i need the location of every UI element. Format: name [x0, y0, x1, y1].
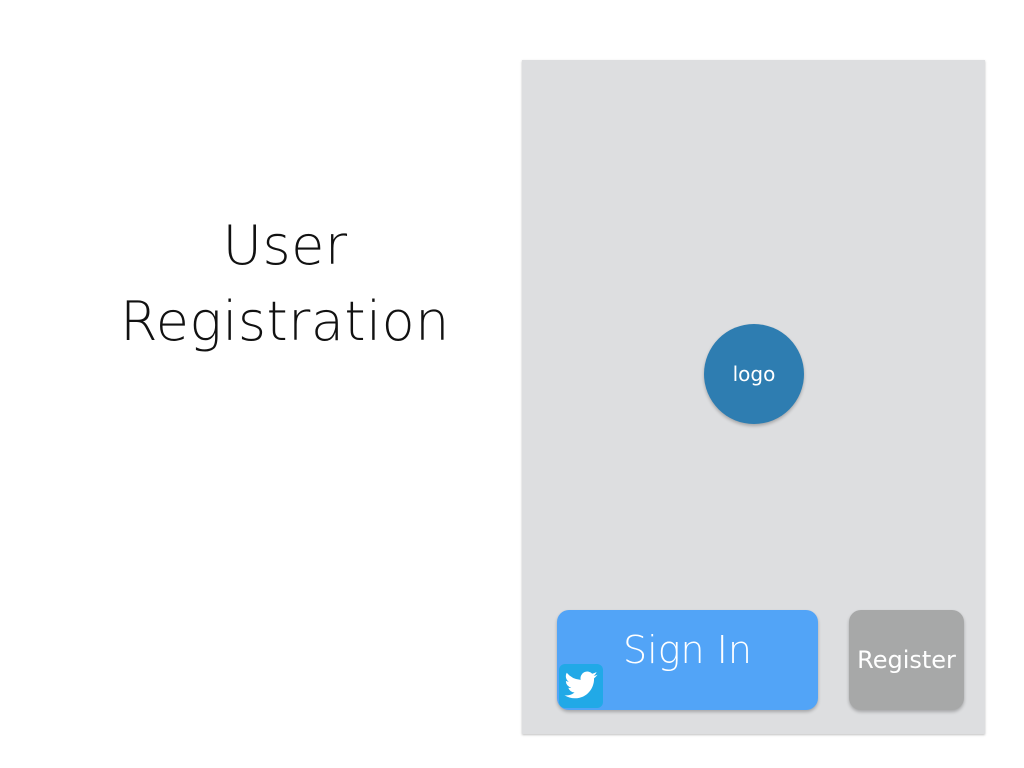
twitter-icon	[559, 664, 603, 708]
slide-title: User Registration	[60, 208, 510, 360]
register-button[interactable]: Register	[849, 610, 964, 710]
app-screen-mockup: logo Sign In Register	[522, 60, 985, 734]
sign-in-button[interactable]: Sign In	[557, 610, 818, 710]
slide-title-line-2: Registration	[120, 290, 450, 353]
logo-placeholder: logo	[704, 324, 804, 424]
slide-title-line-1: User	[222, 214, 348, 277]
